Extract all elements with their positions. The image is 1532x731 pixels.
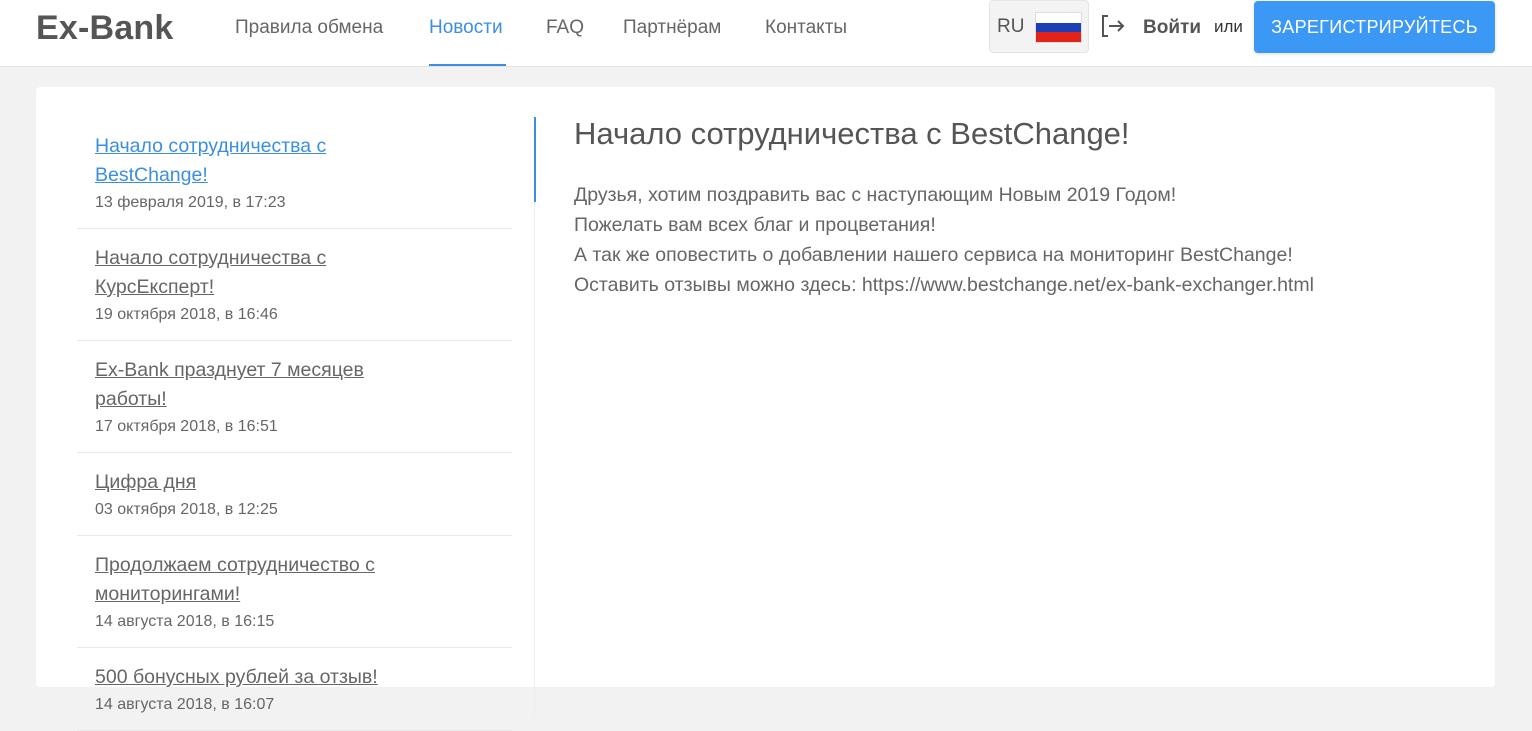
or-label: или: [1214, 17, 1243, 36]
nav-active-indicator: [429, 64, 506, 66]
news-item: Начало сотрудничества с BestChange! 13 ф…: [77, 117, 512, 229]
news-item-date: 14 августа 2018, в 16:07: [95, 696, 275, 713]
news-item-date: 14 августа 2018, в 16:15: [95, 613, 275, 630]
article-paragraph: Пожелать вам всех благ и процветания!: [574, 214, 936, 236]
news-item-title[interactable]: Начало сотрудничества с КурсЕксперт!: [95, 244, 425, 302]
register-button[interactable]: ЗАРЕГИСТРИРУЙТЕСЬ: [1254, 1, 1495, 53]
nav-faq[interactable]: FAQ: [546, 17, 584, 39]
article-paragraph: Друзья, хотим поздравить вас с наступающ…: [574, 184, 1177, 206]
news-list: Начало сотрудничества с BestChange! 13 ф…: [77, 117, 512, 731]
news-item-date: 13 февраля 2019, в 17:23: [95, 194, 286, 211]
news-item: Ex-Bank празднует 7 месяцев работы! 17 о…: [77, 341, 512, 453]
login-link[interactable]: Войти: [1143, 17, 1201, 39]
news-item-title[interactable]: Продолжаем сотрудничество с мониторингам…: [95, 551, 425, 609]
language-code: RU: [997, 16, 1025, 37]
news-item-title[interactable]: Ex-Bank празднует 7 месяцев работы!: [95, 356, 425, 414]
news-card: Начало сотрудничества с BestChange! 13 ф…: [36, 87, 1495, 731]
language-selector[interactable]: RU: [989, 0, 1089, 53]
news-item: Цифра дня 03 октября 2018, в 12:25: [77, 453, 512, 536]
news-item: Начало сотрудничества с КурсЕксперт! 19 …: [77, 229, 512, 341]
news-item: 500 бонусных рублей за отзыв! 14 августа…: [77, 648, 512, 731]
nav-news[interactable]: Новости: [429, 17, 503, 39]
article-title: Начало сотрудничества с BestChange!: [574, 116, 1130, 151]
nav-partners[interactable]: Партнёрам: [623, 17, 721, 39]
nav-exchange-rules[interactable]: Правила обмена: [235, 17, 383, 39]
news-item-title[interactable]: Цифра дня: [95, 468, 425, 497]
nav-contacts[interactable]: Контакты: [765, 17, 847, 39]
site-header: Ex-Bank Правила обмена Новости FAQ Партн…: [0, 0, 1532, 67]
article-paragraph: Оставить отзывы можно здесь: https://www…: [574, 274, 1314, 296]
news-item: Продолжаем сотрудничество с мониторингам…: [77, 536, 512, 648]
active-item-indicator: [534, 117, 536, 202]
article-body: Друзья, хотим поздравить вас с наступающ…: [574, 180, 1454, 300]
russia-flag-icon: [1035, 12, 1082, 43]
news-article: Начало сотрудничества с BestChange! Друз…: [574, 114, 1454, 300]
news-item-date: 03 октября 2018, в 12:25: [95, 501, 278, 518]
news-item-date: 17 октября 2018, в 16:51: [95, 418, 278, 435]
article-paragraph: А так же оповестить о добавлении нашего …: [574, 244, 1293, 266]
column-divider: [534, 117, 535, 717]
site-logo[interactable]: Ex-Bank: [36, 9, 173, 48]
login-arrow-icon[interactable]: [1099, 12, 1127, 40]
news-item-title[interactable]: Начало сотрудничества с BestChange!: [95, 132, 425, 190]
news-item-date: 19 октября 2018, в 16:46: [95, 306, 278, 323]
news-item-title[interactable]: 500 бонусных рублей за отзыв!: [95, 663, 425, 692]
